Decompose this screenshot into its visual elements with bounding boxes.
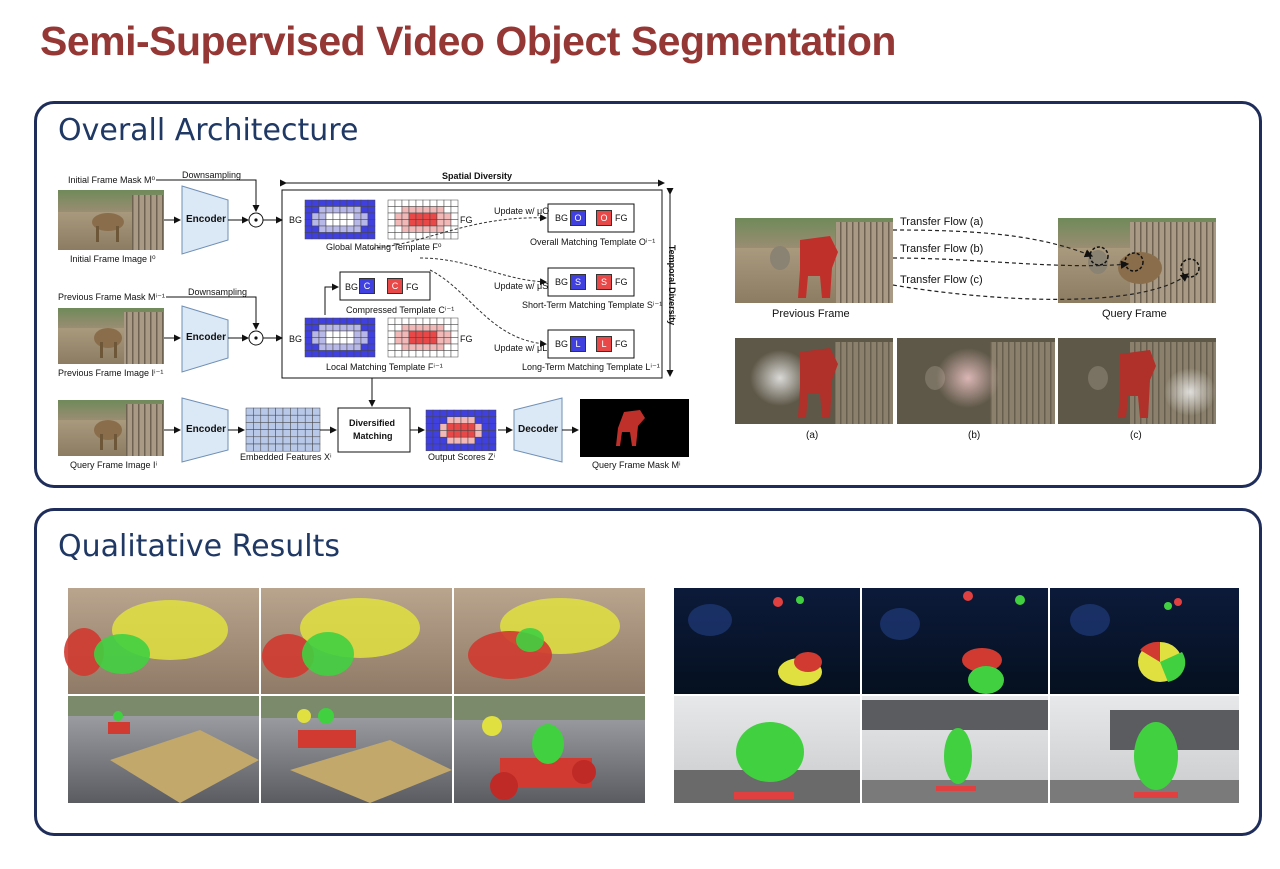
skate-frame-3 [1050,696,1239,803]
jelly-frame-1 [674,588,860,694]
soapbox-frame-3 [454,696,645,803]
soapbox-frame-1 [68,696,259,803]
skate-frame-1 [674,696,860,803]
soapbox-frame-2 [261,696,452,803]
results-images [64,588,1239,803]
skate-frame-2 [862,696,1048,803]
pig-frame-2 [261,588,452,694]
pig-frame-3 [454,588,645,694]
jelly-frame-3 [1050,588,1239,694]
pig-frame-1 [64,588,259,694]
jelly-frame-2 [862,588,1048,694]
